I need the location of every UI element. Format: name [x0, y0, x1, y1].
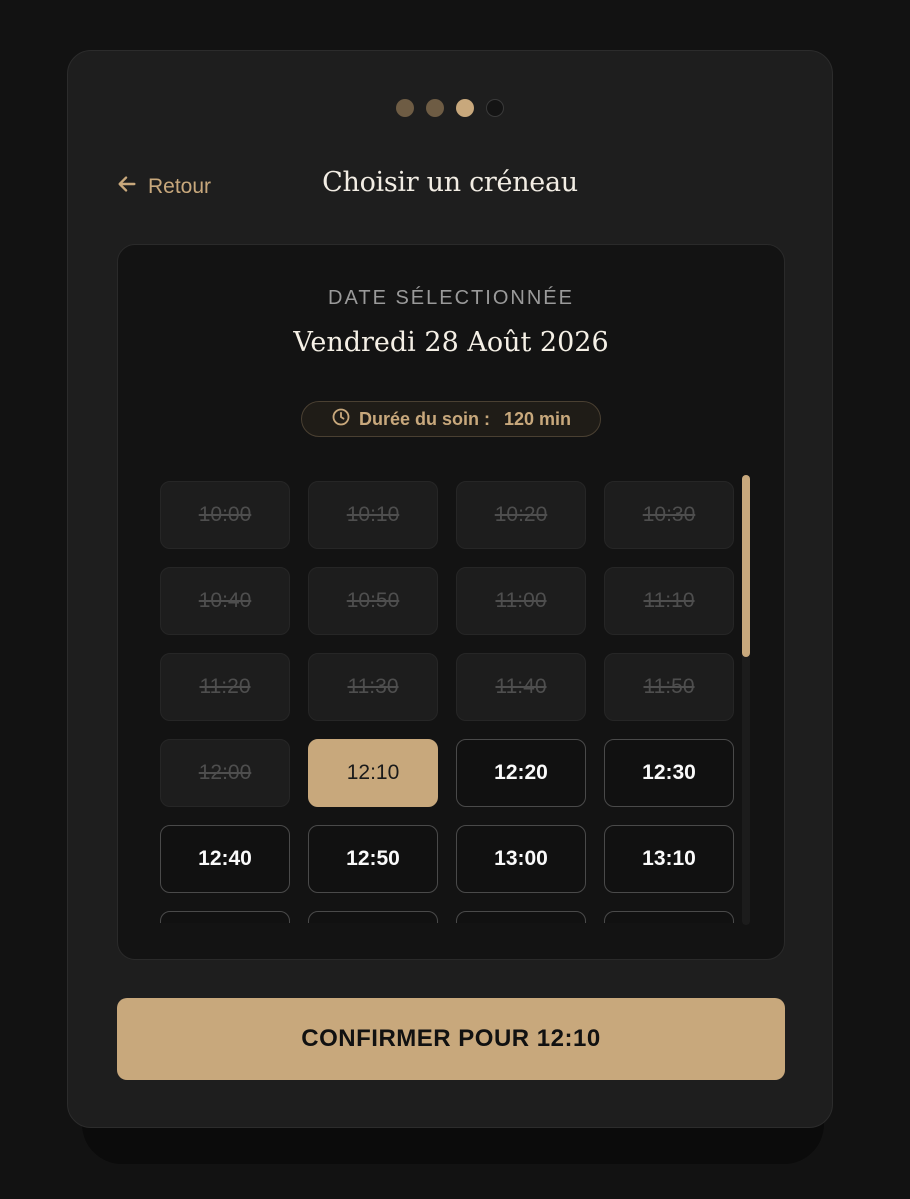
time-slot: 10:10	[308, 481, 438, 549]
date-label: DATE SÉLECTIONNÉE	[328, 287, 574, 309]
page-title: Choisir un créneau	[322, 167, 578, 198]
step-indicator	[68, 99, 832, 117]
time-slot[interactable]	[308, 911, 438, 923]
time-slot: 11:00	[456, 567, 586, 635]
time-slot[interactable]: 12:10	[308, 739, 438, 807]
time-slot[interactable]: 12:40	[160, 825, 290, 893]
time-slot[interactable]: 13:10	[604, 825, 734, 893]
duration-badge: Durée du soin : 120 min	[301, 401, 601, 437]
step-dot-2	[426, 99, 444, 117]
scrollbar[interactable]	[742, 475, 750, 925]
time-slot: 11:10	[604, 567, 734, 635]
time-slot: 11:50	[604, 653, 734, 721]
scrollbar-thumb[interactable]	[742, 475, 750, 657]
time-slot: 12:00	[160, 739, 290, 807]
time-slot: 11:30	[308, 653, 438, 721]
time-slot[interactable]: 12:20	[456, 739, 586, 807]
time-slot: 11:40	[456, 653, 586, 721]
duration-value: 120 min	[503, 408, 572, 429]
time-slot: 10:50	[308, 567, 438, 635]
time-slot[interactable]: 13:00	[456, 825, 586, 893]
time-slot[interactable]	[604, 911, 734, 923]
confirm-button[interactable]: CONFIRMER POUR 12:10	[117, 998, 785, 1080]
selected-date: Vendredi 28 Août 2026	[293, 327, 609, 358]
time-slot: 10:00	[160, 481, 290, 549]
step-dot-3	[456, 99, 474, 117]
step-dot-4	[486, 99, 504, 117]
slot-panel: DATE SÉLECTIONNÉE Vendredi 28 Août 2026 …	[117, 244, 785, 960]
step-dot-1	[396, 99, 414, 117]
time-slot[interactable]	[456, 911, 586, 923]
time-slot: 11:20	[160, 653, 290, 721]
time-slot[interactable]: 12:50	[308, 825, 438, 893]
clock-icon	[331, 407, 351, 432]
time-slot[interactable]	[160, 911, 290, 923]
time-slot: 10:30	[604, 481, 734, 549]
booking-card: Retour Choisir un créneau DATE SÉLECTION…	[67, 50, 833, 1128]
time-slot-list[interactable]: 10:00 10:10 10:20 10:30 10:40 10:50 11:00 11:10…	[160, 481, 736, 923]
time-slot: 10:20	[456, 481, 586, 549]
time-slot: 10:40	[160, 567, 290, 635]
time-slot[interactable]: 12:30	[604, 739, 734, 807]
duration-label: Durée du soin :	[358, 408, 490, 429]
